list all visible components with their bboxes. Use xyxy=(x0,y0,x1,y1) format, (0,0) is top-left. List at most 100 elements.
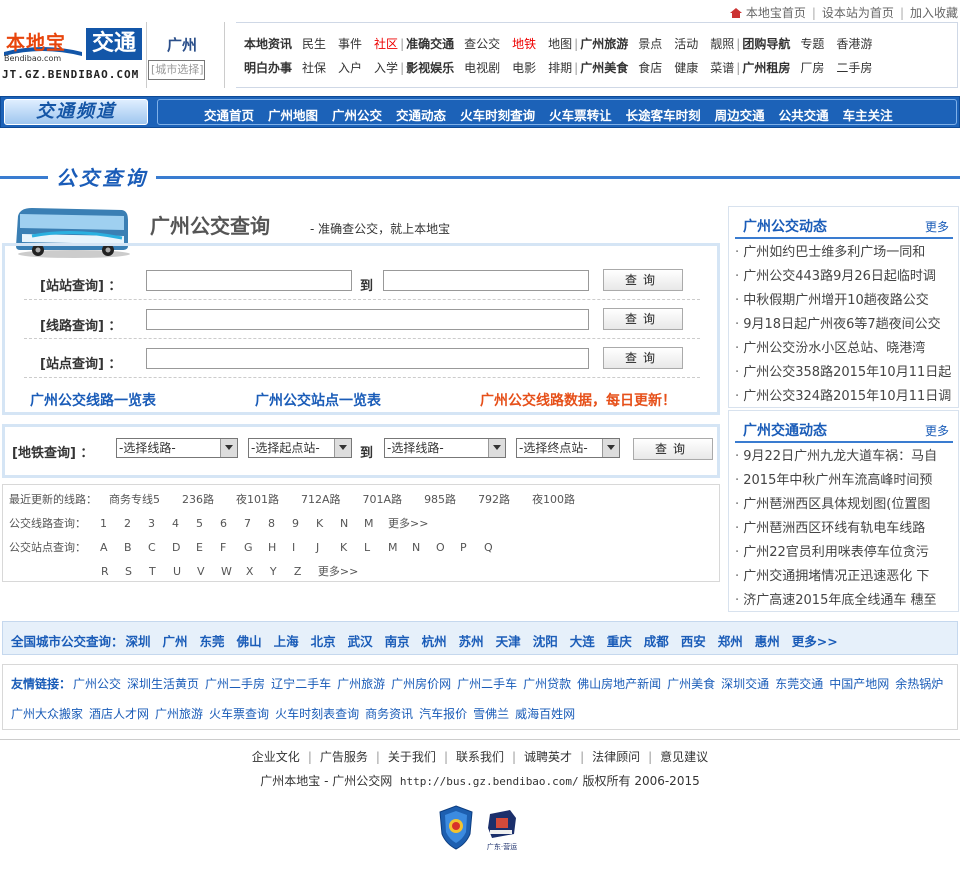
top-nav-link[interactable]: 入户 xyxy=(338,59,362,76)
city-link[interactable]: 郑州 xyxy=(718,634,743,649)
channel-nav-item[interactable]: 广州地图 xyxy=(268,108,318,123)
top-nav-link[interactable]: 事件 xyxy=(338,35,362,52)
city-link[interactable]: 苏州 xyxy=(459,634,484,649)
side1-news-item[interactable]: 9月18日起广州夜6等7趟夜间公交 xyxy=(735,313,957,337)
channel-nav-item[interactable]: 广州公交 xyxy=(332,108,382,123)
side2-news-item[interactable]: 广州琶洲西区具体规划图(位置图 xyxy=(735,493,957,517)
side1-news-item[interactable]: 广州如约巴士维多利广场一同和 xyxy=(735,241,957,265)
stop-index-key[interactable]: R xyxy=(101,565,111,578)
top-nav-link[interactable]: 健康 xyxy=(674,59,698,76)
friend-link[interactable]: 中国产地网 xyxy=(829,677,889,691)
route-index-key[interactable]: 4 xyxy=(172,517,182,530)
side2-news-item[interactable]: 广州22官员利用咪表停车位贪污 xyxy=(735,541,957,565)
stop-index-key[interactable]: D xyxy=(172,541,182,554)
link-home[interactable]: 本地宝首页 xyxy=(746,6,806,20)
footer-link[interactable]: 广告服务 xyxy=(320,750,368,764)
footer-link[interactable]: 联系我们 xyxy=(456,750,504,764)
top-nav-link[interactable]: 地图 xyxy=(548,35,572,52)
top-nav-link[interactable]: 广州租房 xyxy=(742,59,790,76)
friend-link[interactable]: 商务资讯 xyxy=(365,707,413,721)
route-index-key[interactable]: 6 xyxy=(220,517,230,530)
recent-line-link[interactable]: 985路 xyxy=(424,491,456,507)
channel-nav-item[interactable]: 火车票转让 xyxy=(549,108,612,123)
stop-index-key[interactable]: Y xyxy=(270,565,280,578)
stop-index-key[interactable]: C xyxy=(148,541,158,554)
channel-nav-item[interactable]: 长途客车时刻 xyxy=(626,108,701,123)
side1-news-item[interactable]: 广州公交汾水小区总站、晓港湾 xyxy=(735,337,957,361)
recent-line-link[interactable]: 712A路 xyxy=(301,491,341,507)
city-link[interactable]: 成都 xyxy=(644,634,669,649)
route-index-key[interactable]: 5 xyxy=(196,517,206,530)
top-nav-link[interactable]: 地铁 xyxy=(512,35,536,52)
station-query-button[interactable]: 查询 xyxy=(603,269,683,291)
city-link[interactable]: 西安 xyxy=(681,634,706,649)
route-index-key[interactable]: K xyxy=(316,517,326,530)
friend-link[interactable]: 雪佛兰 xyxy=(473,707,509,721)
friend-link[interactable]: 余热锅炉 xyxy=(895,677,943,691)
top-nav-link[interactable]: 广州美食 xyxy=(580,59,628,76)
city-link[interactable]: 武汉 xyxy=(348,634,373,649)
side1-news-item[interactable]: 广州公交324路2015年10月11日调 xyxy=(735,385,957,409)
recent-line-link[interactable]: 商务专线5 xyxy=(109,491,160,507)
bus-lines-list-link[interactable]: 广州公交线路一览表 xyxy=(30,390,156,410)
stop-index-key[interactable]: I xyxy=(292,541,302,554)
side2-news-item[interactable]: 广州交通拥堵情况正迅速恶化 下 xyxy=(735,565,957,589)
friend-link[interactable]: 广州旅游 xyxy=(337,677,385,691)
subway-line-select-end[interactable]: -选择线路- xyxy=(384,438,506,458)
footer-link[interactable]: 意见建议 xyxy=(660,750,708,764)
end-station-input[interactable] xyxy=(383,270,589,291)
top-nav-link[interactable]: 香港游 xyxy=(836,35,872,52)
top-nav-link[interactable]: 团购导航 xyxy=(742,35,790,52)
top-nav-link[interactable]: 社区 xyxy=(374,35,398,52)
top-nav-link[interactable]: 电影 xyxy=(512,59,536,76)
recent-line-link[interactable]: 236路 xyxy=(182,491,214,507)
channel-nav-item[interactable]: 交通动态 xyxy=(396,108,446,123)
stop-index-key[interactable]: A xyxy=(100,541,110,554)
stop-index-key[interactable]: S xyxy=(125,565,135,578)
city-link[interactable]: 更多>> xyxy=(792,634,838,649)
side2-news-item[interactable]: 2015年中秋广州车流高峰时间预 xyxy=(735,469,957,493)
stop-index-key[interactable]: E xyxy=(196,541,206,554)
friend-link[interactable]: 威海百姓网 xyxy=(515,707,575,721)
channel-nav-item[interactable]: 火车时刻查询 xyxy=(460,108,535,123)
friend-link[interactable]: 汽车报价 xyxy=(419,707,467,721)
bus-news-more-link[interactable]: 更多 xyxy=(925,218,949,235)
stop-index-key[interactable]: Q xyxy=(484,541,494,554)
footer-link[interactable]: 诚聘英才 xyxy=(524,750,572,764)
top-nav-link[interactable]: 入学 xyxy=(374,59,398,76)
friend-link[interactable]: 广州公交 xyxy=(73,677,121,691)
recent-line-link[interactable]: 夜100路 xyxy=(532,491,575,507)
stop-index-key[interactable]: B xyxy=(124,541,134,554)
friend-link[interactable]: 火车时刻表查询 xyxy=(275,707,359,721)
top-nav-link[interactable]: 景点 xyxy=(638,35,662,52)
top-nav-link[interactable]: 厂房 xyxy=(800,59,824,76)
recent-line-link[interactable]: 夜101路 xyxy=(236,491,279,507)
line-query-button[interactable]: 查询 xyxy=(603,308,683,330)
subway-end-station-select[interactable]: -选择终点站- xyxy=(516,438,620,458)
stop-index-key[interactable]: V xyxy=(197,565,207,578)
friend-link[interactable]: 广州二手车 xyxy=(457,677,517,691)
subway-line-select-start[interactable]: -选择线路- xyxy=(116,438,238,458)
city-link[interactable]: 佛山 xyxy=(237,634,262,649)
stop-index-key[interactable]: G xyxy=(244,541,254,554)
friend-link[interactable]: 深圳交通 xyxy=(721,677,769,691)
friend-link[interactable]: 深圳生活黄页 xyxy=(127,677,199,691)
route-index-key[interactable]: M xyxy=(364,517,374,530)
top-nav-link[interactable]: 影视娱乐 xyxy=(406,59,454,76)
stop-query-input[interactable] xyxy=(146,348,589,369)
bus-data-update-link[interactable]: 广州公交线路数据，每日更新！ xyxy=(480,390,676,410)
route-index-key[interactable]: 7 xyxy=(244,517,254,530)
city-link[interactable]: 南京 xyxy=(385,634,410,649)
stop-index-key[interactable]: K xyxy=(340,541,350,554)
city-link[interactable]: 大连 xyxy=(570,634,595,649)
side1-news-item[interactable]: 中秋假期广州增开10趟夜路公交 xyxy=(735,289,957,313)
route-index-key[interactable]: 更多>> xyxy=(388,515,428,531)
transport-badge-icon[interactable]: 广东·营运 xyxy=(484,808,520,851)
channel-nav-item[interactable]: 公共交通 xyxy=(779,108,829,123)
link-add-favorite[interactable]: 加入收藏 xyxy=(910,6,958,20)
route-index-key[interactable]: 9 xyxy=(292,517,302,530)
side2-news-item[interactable]: 济广高速2015年底全线通车 穗至 xyxy=(735,589,957,613)
route-index-key[interactable]: 1 xyxy=(100,517,110,530)
top-nav-link[interactable]: 二手房 xyxy=(836,59,872,76)
stop-index-key[interactable]: N xyxy=(412,541,422,554)
